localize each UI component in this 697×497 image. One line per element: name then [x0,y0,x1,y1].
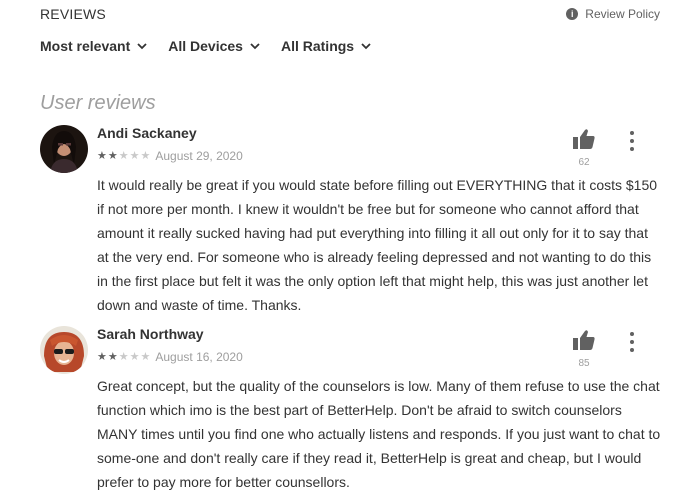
filter-ratings-label: All Ratings [280,38,355,54]
chevron-down-icon [250,43,260,50]
thumbs-up-icon [573,129,595,149]
avatar[interactable] [40,125,88,173]
thumbs-up-icon [573,330,595,350]
star-filled-icon: ★ [107,149,118,162]
avatar[interactable] [40,326,88,374]
star-empty-icon: ★ [118,350,129,363]
helpful-button[interactable]: 85 [570,329,598,369]
review-rating: ★ ★ ★ ★ ★ August 16, 2020 [97,350,243,364]
review-item: Andi Sackaney ★ ★ ★ ★ ★ August 29, 2020 It w… [40,125,660,315]
star-empty-icon: ★ [140,149,151,162]
helpful-button[interactable]: 62 [570,128,598,168]
star-empty-icon: ★ [129,350,140,363]
user-reviews-title: User reviews [40,92,156,114]
filter-bar: Most relevant All Devices All Ratings [40,38,372,54]
filter-devices-label: All Devices [168,38,243,54]
star-rating: ★ ★ ★ ★ ★ [97,350,151,363]
star-rating: ★ ★ ★ ★ ★ [97,149,151,162]
review-date: August 29, 2020 [155,149,243,163]
more-options-button[interactable] [626,131,638,151]
review-author: Sarah Northway [97,326,204,342]
review-item: Sarah Northway ★ ★ ★ ★ ★ August 16, 2020 Gre… [40,326,660,496]
helpful-count: 85 [578,358,590,369]
star-filled-icon: ★ [97,149,107,162]
reviews-heading: REVIEWS [40,6,106,22]
more-vert-icon [630,131,634,135]
more-options-button[interactable] [626,332,638,352]
review-rating: ★ ★ ★ ★ ★ August 29, 2020 [97,149,243,163]
filter-sort[interactable]: Most relevant [40,38,148,54]
filter-ratings[interactable]: All Ratings [281,38,372,54]
more-vert-dot [630,340,634,344]
more-vert-icon [630,332,634,336]
star-filled-icon: ★ [97,350,107,363]
filter-devices[interactable]: All Devices [168,38,261,54]
filter-sort-label: Most relevant [40,38,131,54]
more-vert-dot [630,139,634,143]
info-icon: i [566,8,579,20]
helpful-count: 62 [578,157,590,168]
review-policy-label: Review Policy [585,7,660,21]
review-date: August 16, 2020 [155,350,243,364]
review-policy-link[interactable]: i Review Policy [566,7,660,21]
review-text: Great concept, but the quality of the co… [97,378,661,490]
review-author: Andi Sackaney [97,125,197,141]
star-empty-icon: ★ [129,149,140,162]
more-vert-dot [630,348,634,352]
star-empty-icon: ★ [140,350,151,363]
chevron-down-icon [361,43,371,50]
reviews-header: REVIEWS i Review Policy [40,4,660,24]
chevron-down-icon [137,43,147,50]
more-vert-dot [630,147,634,151]
star-empty-icon: ★ [118,149,129,162]
review-text: It would really be great if you would st… [97,177,658,313]
star-filled-icon: ★ [107,350,118,363]
